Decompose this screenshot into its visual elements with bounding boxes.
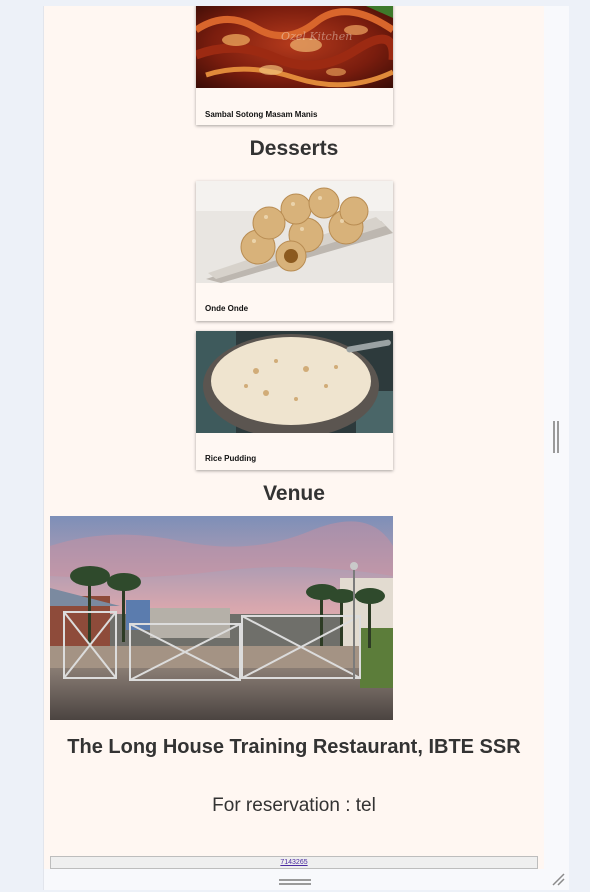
vertical-resize-handle[interactable]: [553, 421, 559, 453]
bottom-resize-bar: [44, 869, 569, 890]
venue-name: The Long House Training Restaurant, IBTE…: [67, 736, 521, 758]
section-heading-venue: Venue: [263, 482, 325, 505]
section-heading-desserts: Desserts: [249, 137, 339, 160]
resize-corner-icon[interactable]: [551, 872, 565, 886]
dish-name: Sambal Sotong Masam Manis: [205, 110, 318, 119]
dish-card-rice-pudding: Rice Pudding: [196, 331, 393, 470]
browser-viewport: Ozel Kitchen Sambal Sotong Masam Manis D…: [43, 6, 569, 890]
reservation-text: For reservation : tel: [212, 795, 376, 816]
dish-name: Rice Pudding: [205, 454, 257, 463]
menu-page: Ozel Kitchen Sambal Sotong Masam Manis D…: [44, 6, 544, 869]
dish-card-onde-onde: Onde Onde: [196, 181, 393, 321]
dish-name: Onde Onde: [205, 304, 249, 313]
phone-bar: 7143265: [50, 856, 538, 869]
dish-photo-rice-pudding: [196, 331, 393, 433]
venue-photo: [50, 516, 393, 720]
dish-card-sambal-sotong: Ozel Kitchen Sambal Sotong Masam Manis: [196, 6, 393, 125]
photo-watermark: Ozel Kitchen: [281, 30, 352, 43]
horizontal-resize-handle[interactable]: [279, 879, 311, 885]
dish-photo-sambal-sotong: Ozel Kitchen: [196, 6, 393, 88]
phone-link[interactable]: 7143265: [280, 859, 307, 866]
dish-photo-onde-onde: [196, 181, 393, 283]
